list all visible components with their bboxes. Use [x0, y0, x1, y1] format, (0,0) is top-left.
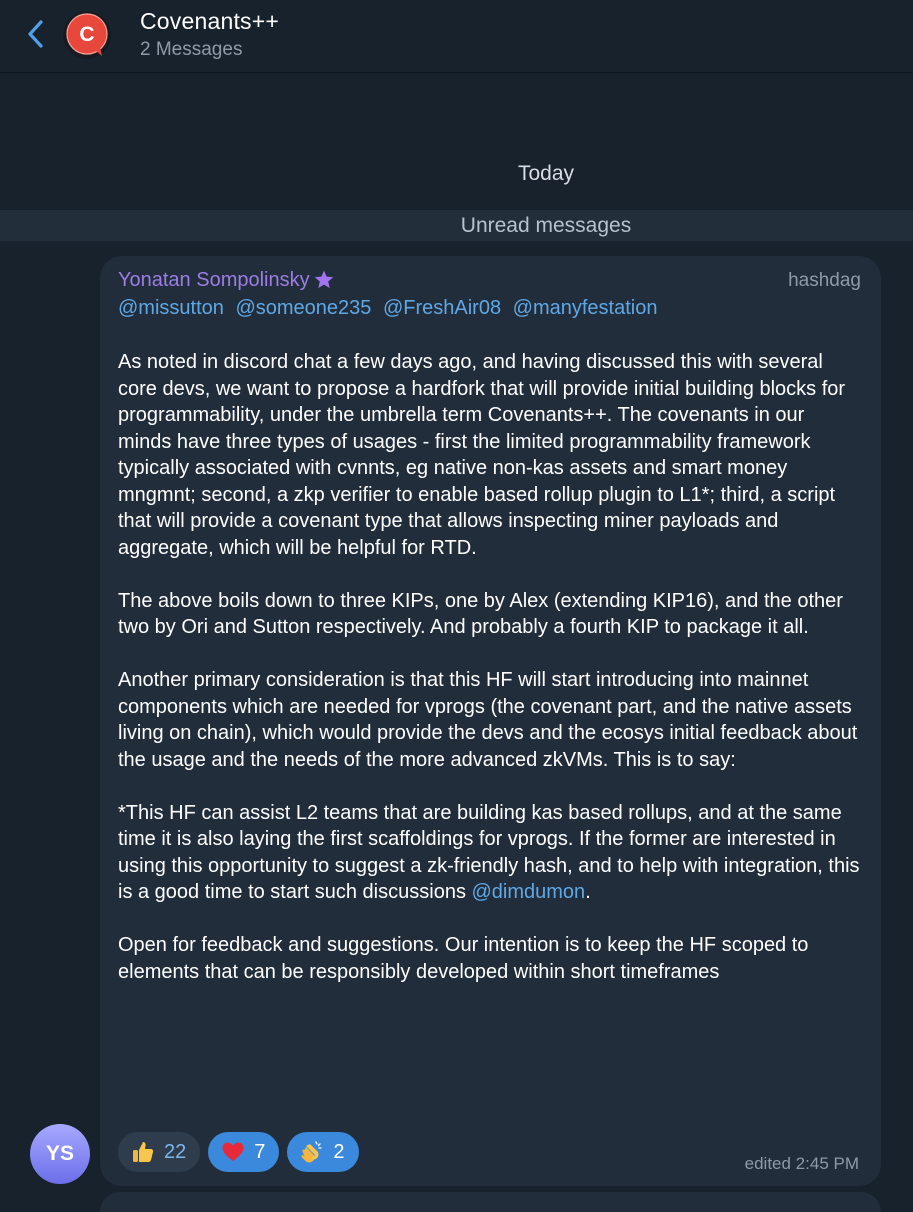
sender-tag: hashdag	[788, 270, 861, 291]
mentions-line: @missutton @someone235 @FreshAir08 @many…	[118, 297, 663, 320]
chat-avatar[interactable]: C	[62, 10, 112, 60]
message-paragraph: *This HF can assist L2 teams that are bu…	[118, 800, 863, 906]
reactions-row: 22 7 2	[118, 1132, 359, 1172]
reaction-count: 22	[164, 1140, 187, 1163]
back-button[interactable]	[22, 18, 50, 50]
message-paragraph: The above boils down to three KIPs, one …	[118, 589, 843, 639]
chevron-left-icon	[28, 20, 43, 48]
sender-name[interactable]: Yonatan Sompolinsky	[118, 269, 310, 292]
reaction-clap[interactable]: 2	[287, 1132, 359, 1172]
thumbs-up-icon	[133, 1142, 154, 1162]
clapping-hands-icon	[301, 1141, 323, 1163]
star-icon	[314, 270, 333, 288]
heart-icon	[222, 1142, 244, 1161]
chat-avatar-letter: C	[79, 23, 94, 46]
chat-title[interactable]: Covenants++	[140, 8, 279, 35]
paragraph-end: .	[585, 881, 591, 903]
message-paragraph: Open for feedback and suggestions. Our i…	[118, 934, 809, 983]
mention-link[interactable]: @dimdumon	[472, 881, 586, 903]
message-body: As noted in discord chat a few days ago,…	[118, 349, 863, 1012]
mention-link[interactable]: @FreshAir08	[383, 297, 501, 319]
reaction-thumbs-up[interactable]: 22	[118, 1132, 201, 1172]
mention-link[interactable]: @someone235	[235, 297, 371, 319]
message-timestamp: edited 2:45 PM	[744, 1154, 859, 1173]
reaction-count: 7	[254, 1140, 266, 1163]
date-separator: Today	[517, 162, 575, 185]
sender-row: Yonatan Sompolinsky	[118, 268, 336, 292]
message-count: 2 Messages	[140, 39, 243, 60]
unread-separator: Unread messages	[460, 214, 632, 237]
mention-link[interactable]: @missutton	[118, 297, 224, 319]
message-paragraph: Another primary consideration is that th…	[118, 669, 858, 771]
reaction-heart[interactable]: 7	[208, 1132, 280, 1172]
avatar[interactable]: YS	[30, 1124, 90, 1184]
message-paragraph: As noted in discord chat a few days ago,…	[118, 351, 846, 559]
next-message-bubble[interactable]	[100, 1192, 881, 1212]
mention-link[interactable]: @manyfestation	[513, 297, 658, 319]
reaction-count: 2	[333, 1140, 345, 1163]
chat-header: C Covenants++ 2 Messages	[0, 0, 913, 73]
